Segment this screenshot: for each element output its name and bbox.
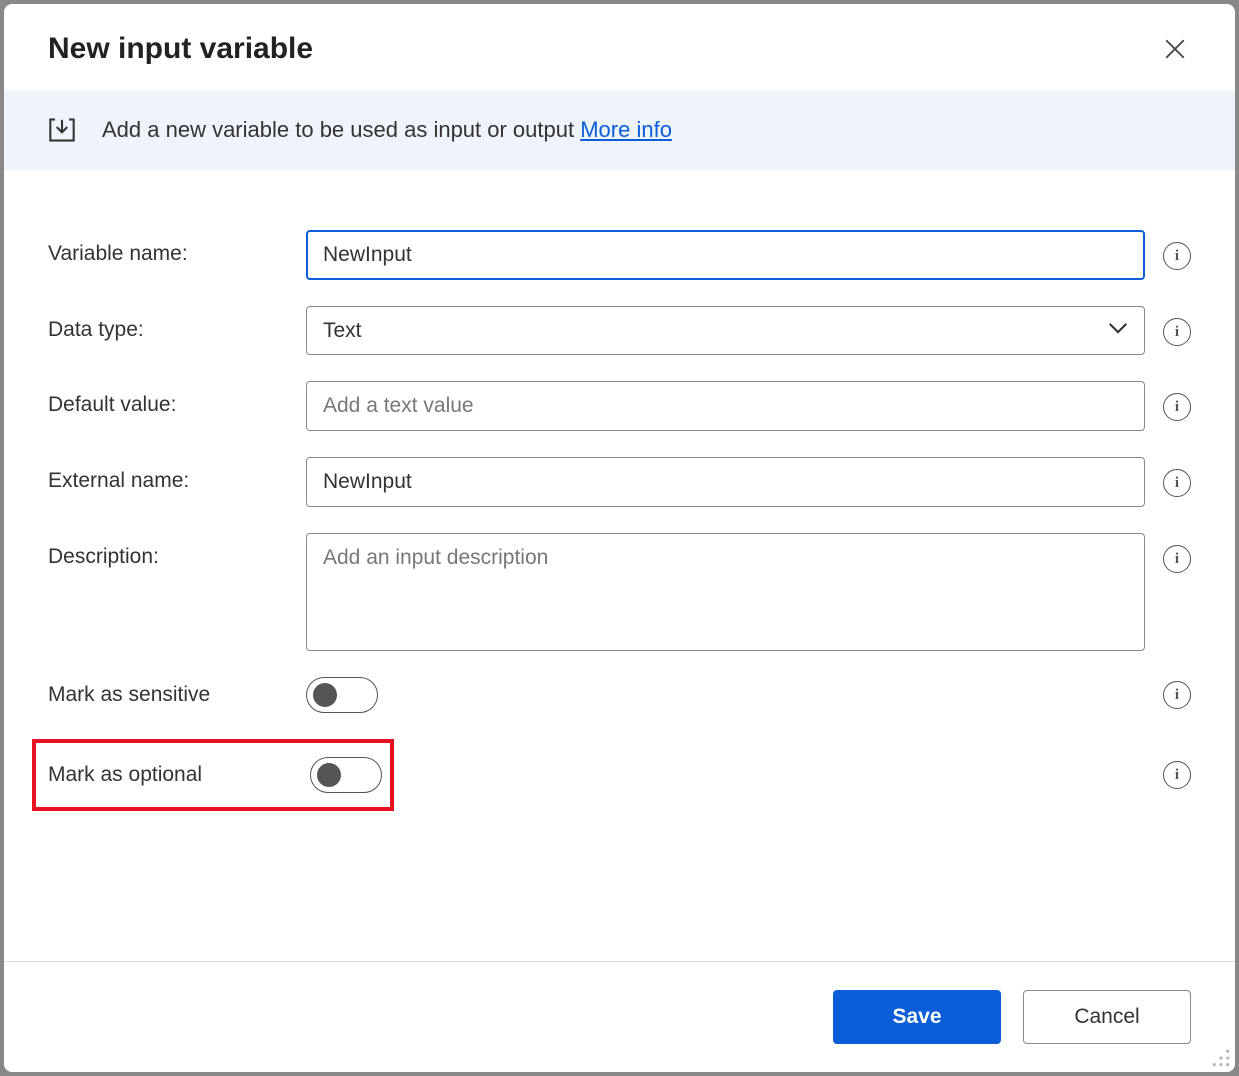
resize-grip-icon[interactable] — [1211, 1048, 1231, 1068]
variable-name-label: Variable name: — [48, 230, 288, 266]
variable-input-icon — [48, 116, 76, 144]
new-input-variable-dialog: New input variable Add a new variable to… — [4, 4, 1235, 1072]
toggle-knob — [313, 683, 337, 707]
close-button[interactable] — [1159, 33, 1191, 65]
mark-optional-label: Mark as optional — [48, 763, 292, 787]
close-icon — [1165, 39, 1185, 59]
info-icon[interactable]: i — [1163, 393, 1191, 421]
mark-sensitive-toggle[interactable] — [306, 677, 378, 713]
info-banner: Add a new variable to be used as input o… — [4, 90, 1235, 170]
save-button[interactable]: Save — [833, 990, 1001, 1044]
default-value-input[interactable] — [306, 381, 1145, 431]
mark-sensitive-label: Mark as sensitive — [48, 683, 288, 707]
external-name-input[interactable] — [306, 457, 1145, 507]
info-icon[interactable]: i — [1163, 469, 1191, 497]
info-icon[interactable]: i — [1163, 681, 1191, 709]
external-name-label: External name: — [48, 457, 288, 493]
info-icon[interactable]: i — [1163, 761, 1191, 789]
info-icon[interactable]: i — [1163, 318, 1191, 346]
cancel-button[interactable]: Cancel — [1023, 990, 1191, 1044]
form-body: Variable name: i Data type: Text i — [4, 170, 1235, 961]
data-type-select[interactable]: Text — [306, 306, 1145, 355]
default-value-label: Default value: — [48, 381, 288, 417]
toggle-knob — [317, 763, 341, 787]
info-icon[interactable]: i — [1163, 242, 1191, 270]
data-type-label: Data type: — [48, 306, 288, 342]
variable-name-input[interactable] — [306, 230, 1145, 280]
info-banner-text: Add a new variable to be used as input o… — [102, 117, 672, 143]
description-textarea[interactable] — [306, 533, 1145, 651]
dialog-header: New input variable — [4, 4, 1235, 90]
dialog-title: New input variable — [48, 32, 313, 66]
more-info-link[interactable]: More info — [580, 117, 672, 142]
mark-optional-highlight: Mark as optional — [32, 739, 394, 811]
description-label: Description: — [48, 533, 288, 569]
mark-optional-toggle[interactable] — [310, 757, 382, 793]
dialog-footer: Save Cancel — [4, 961, 1235, 1072]
info-icon[interactable]: i — [1163, 545, 1191, 573]
